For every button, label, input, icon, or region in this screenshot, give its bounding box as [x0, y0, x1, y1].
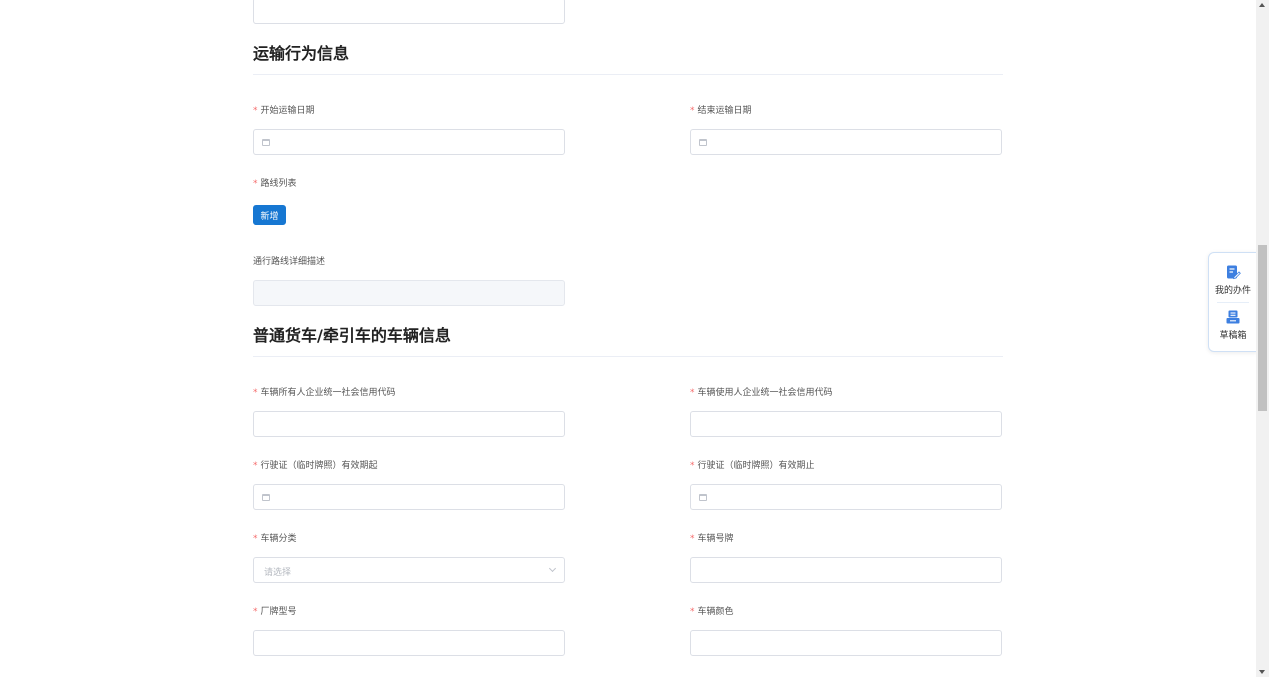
section-title-vehicle: 普通货车/牵引车的车辆信息 — [253, 326, 451, 345]
required-marker: * — [253, 534, 258, 544]
required-marker: * — [690, 534, 695, 544]
calendar-icon — [262, 139, 270, 146]
plate-number-label: * 车辆号牌 — [690, 534, 734, 544]
vehicle-category-label: * 车辆分类 — [253, 534, 297, 544]
required-marker: * — [253, 388, 258, 398]
section-divider — [253, 74, 1003, 75]
my-tasks-label: 我的办件 — [1214, 286, 1251, 296]
add-route-button[interactable]: 新增 — [253, 205, 286, 225]
required-marker: * — [690, 106, 695, 116]
draft-box-icon — [1226, 310, 1240, 324]
owner-credit-code-input[interactable] — [253, 411, 565, 437]
calendar-icon — [699, 139, 707, 146]
my-tasks-button[interactable]: 我的办件 — [1209, 264, 1257, 296]
scroll-up-arrow-icon[interactable] — [1259, 3, 1265, 7]
drafts-label: 草稿箱 — [1219, 331, 1247, 341]
license-end-date-picker[interactable] — [690, 484, 1002, 510]
end-date-label: * 结束运输日期 — [690, 106, 752, 116]
vertical-scrollbar[interactable] — [1256, 0, 1269, 677]
required-marker: * — [690, 461, 695, 471]
license-start-date-picker[interactable] — [253, 484, 565, 510]
required-marker: * — [253, 179, 258, 189]
required-marker: * — [690, 388, 695, 398]
required-marker: * — [253, 106, 258, 116]
license-end-label: * 行驶证（临时牌照）有效期止 — [690, 461, 815, 471]
route-description-field — [253, 280, 565, 306]
required-marker: * — [690, 607, 695, 617]
form-page: 运输行为信息 * 开始运输日期 * 结束运输日期 * 路线列表 新增 通行路线详细描述… — [0, 0, 1269, 677]
section-divider — [253, 356, 1003, 357]
floating-shortcut-panel: 我的办件 草稿箱 — [1208, 252, 1258, 352]
section-title-transport: 运输行为信息 — [253, 44, 350, 63]
calendar-icon — [699, 494, 707, 501]
brand-model-input[interactable] — [253, 630, 565, 656]
vehicle-color-label: * 车辆颜色 — [690, 607, 734, 617]
required-marker: * — [253, 607, 258, 617]
start-date-picker[interactable] — [253, 129, 565, 155]
edit-document-icon — [1227, 265, 1241, 280]
plate-number-input[interactable] — [690, 557, 1002, 583]
user-credit-code-label: * 车辆使用人企业统一社会信用代码 — [690, 388, 833, 398]
vehicle-category-select[interactable]: 请选择 — [253, 557, 565, 583]
user-credit-code-input[interactable] — [690, 411, 1002, 437]
chevron-down-icon — [548, 564, 557, 573]
vehicle-color-input[interactable] — [690, 630, 1002, 656]
scrollbar-thumb[interactable] — [1258, 245, 1267, 411]
end-date-picker[interactable] — [690, 129, 1002, 155]
required-marker: * — [253, 461, 258, 471]
brand-model-label: * 厂牌型号 — [253, 607, 297, 617]
previous-field-input[interactable] — [253, 0, 565, 24]
calendar-icon — [262, 494, 270, 501]
start-date-label: * 开始运输日期 — [253, 106, 315, 116]
route-list-label: * 路线列表 — [253, 179, 297, 189]
scroll-down-arrow-icon[interactable] — [1259, 670, 1265, 674]
select-placeholder: 请选择 — [264, 568, 292, 578]
drafts-button[interactable]: 草稿箱 — [1209, 309, 1257, 341]
license-start-label: * 行驶证（临时牌照）有效期起 — [253, 461, 378, 471]
owner-credit-code-label: * 车辆所有人企业统一社会信用代码 — [253, 388, 396, 398]
panel-divider — [1217, 302, 1249, 303]
route-description-label: 通行路线详细描述 — [253, 257, 326, 267]
